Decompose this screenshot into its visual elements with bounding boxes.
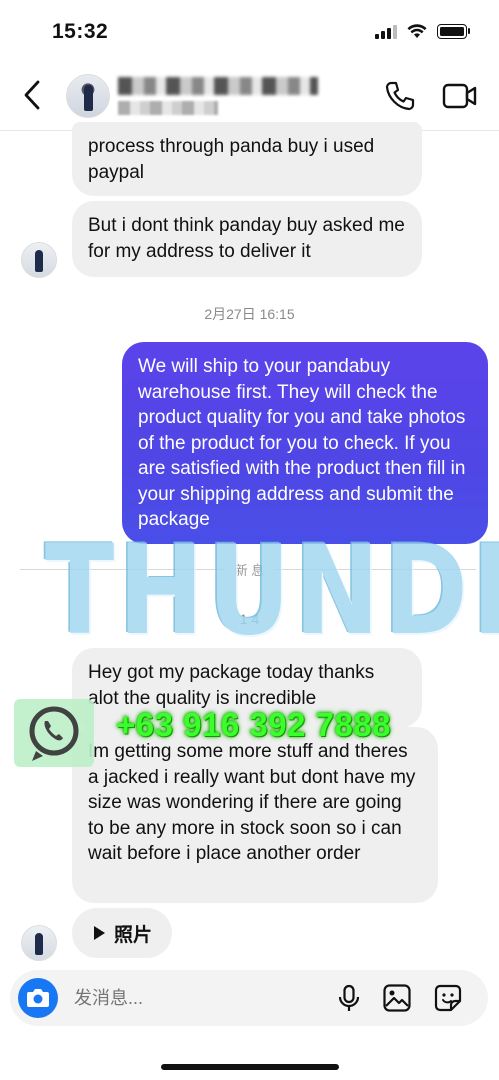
status-bar: 15:32 [0, 0, 499, 60]
whatsapp-icon [29, 706, 79, 761]
phone-call-icon[interactable] [384, 80, 416, 112]
wifi-icon [407, 24, 427, 38]
battery-icon [437, 24, 470, 39]
incoming-message[interactable]: Im getting some more stuff and theres a … [72, 727, 438, 903]
status-time: 15:32 [52, 20, 109, 43]
sender-avatar[interactable] [21, 242, 57, 278]
incoming-message[interactable]: But i dont think panday buy asked me for… [72, 201, 422, 277]
whatsapp-logo [14, 699, 94, 767]
microphone-icon[interactable] [334, 983, 364, 1013]
camera-button[interactable] [18, 978, 58, 1018]
cellular-signal-icon [375, 24, 397, 39]
watermark-phone-number: +63 916 392 7888 [116, 706, 392, 743]
chat-header [0, 60, 499, 131]
message-timestamp: 1 4 [239, 611, 260, 627]
outgoing-message[interactable]: We will ship to your pandabuy warehouse … [122, 342, 488, 544]
home-indicator [161, 1064, 339, 1070]
contact-status-redacted [118, 101, 218, 115]
play-icon [93, 926, 105, 940]
camera-icon [27, 989, 49, 1007]
message-text: But i dont think panday buy asked me for… [88, 215, 405, 262]
contact-name-redacted[interactable] [118, 77, 318, 95]
message-text: Im getting some more stuff and theres a … [88, 741, 416, 864]
sender-avatar[interactable] [21, 925, 57, 961]
back-chevron-icon[interactable] [20, 78, 46, 112]
thunder-watermark: THUNDER [44, 524, 499, 659]
status-icons [375, 24, 470, 39]
incoming-message[interactable]: process through panda buy i used paypal [72, 122, 422, 196]
video-call-icon[interactable] [442, 82, 478, 110]
photo-label: 照片 [113, 924, 152, 946]
gallery-icon[interactable] [382, 983, 412, 1013]
message-text: Hey got my package today thanks alot the… [88, 662, 375, 709]
sticker-icon[interactable] [433, 983, 463, 1013]
message-composer [10, 970, 488, 1026]
message-timestamp: 2月27日 16:15 [204, 306, 295, 322]
message-text: We will ship to your pandabuy warehouse … [138, 356, 466, 530]
new-messages-label: 新 息 [0, 560, 499, 579]
message-text: process through panda buy i used paypal [88, 136, 375, 183]
contact-avatar[interactable] [66, 74, 110, 118]
photo-attachment[interactable]: 照片 [72, 908, 172, 958]
message-input[interactable] [72, 987, 316, 1010]
